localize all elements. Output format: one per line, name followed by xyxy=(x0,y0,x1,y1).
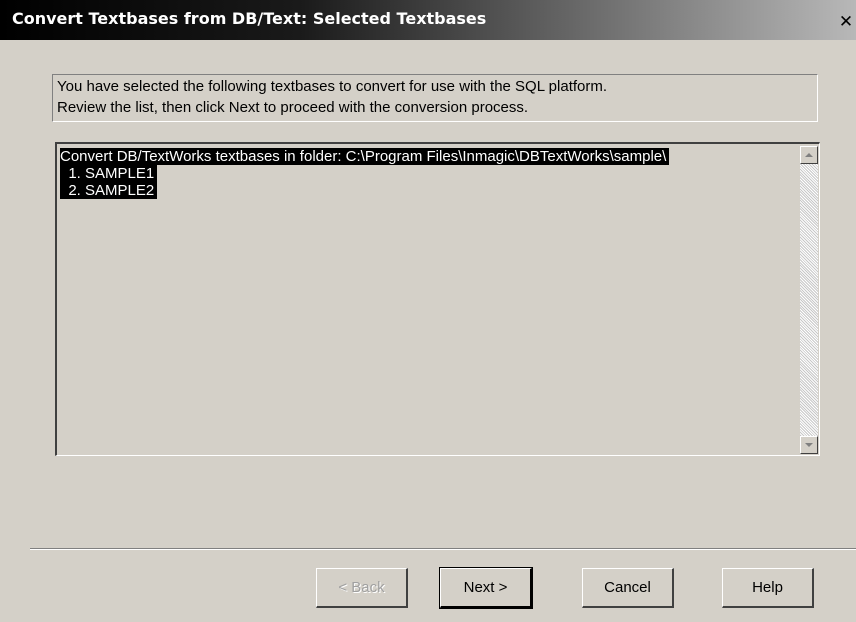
window-title: Convert Textbases from DB/Text: Selected… xyxy=(12,9,487,28)
scroll-up-button[interactable] xyxy=(800,146,818,164)
title-bar: Convert Textbases from DB/Text: Selected… xyxy=(0,0,856,40)
back-button[interactable]: < Back xyxy=(316,568,408,608)
button-separator xyxy=(30,548,856,550)
instruction-panel: You have selected the following textbase… xyxy=(52,74,818,122)
help-button[interactable]: Help xyxy=(722,568,814,608)
textbase-list[interactable]: Convert DB/TextWorks textbases in folder… xyxy=(55,142,820,456)
next-button[interactable]: Next > xyxy=(439,567,533,609)
scroll-down-arrow-icon xyxy=(805,443,813,447)
list-item-folder[interactable]: Convert DB/TextWorks textbases in folder… xyxy=(60,148,670,165)
textbase-list-content: Convert DB/TextWorks textbases in folder… xyxy=(59,146,793,452)
close-icon[interactable]: ✕ xyxy=(836,12,856,32)
vertical-scrollbar[interactable] xyxy=(800,146,818,454)
instruction-line-2: Review the list, then click Next to proc… xyxy=(57,99,529,116)
list-item-sample2[interactable]: 2. SAMPLE2 xyxy=(60,182,158,199)
list-item-sample1[interactable]: 1. SAMPLE1 xyxy=(60,165,158,182)
instruction-line-1: You have selected the following textbase… xyxy=(57,78,608,95)
scroll-up-arrow-icon xyxy=(805,153,813,157)
scroll-down-button[interactable] xyxy=(800,436,818,454)
cancel-button[interactable]: Cancel xyxy=(582,568,674,608)
